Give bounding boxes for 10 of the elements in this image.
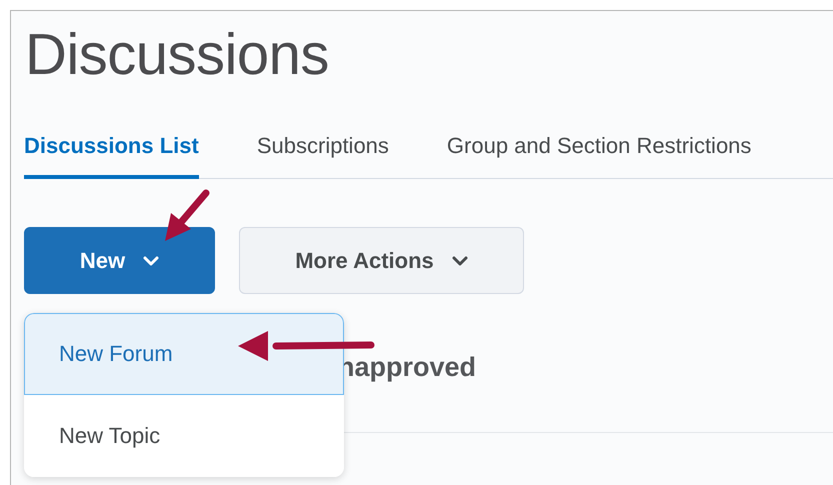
chevron-down-icon: [452, 256, 468, 266]
menu-item[interactable]: New Forum: [24, 313, 344, 395]
chevron-down-icon: [143, 256, 160, 266]
menu-item[interactable]: New Topic: [24, 395, 344, 477]
more-actions-button[interactable]: More Actions: [239, 227, 524, 294]
tab[interactable]: Discussions List: [24, 133, 199, 179]
page-title: Discussions: [24, 21, 330, 89]
tab[interactable]: Subscriptions: [256, 133, 389, 179]
tab[interactable]: Group and Section Restrictions: [446, 133, 752, 179]
new-button[interactable]: New: [24, 227, 215, 294]
